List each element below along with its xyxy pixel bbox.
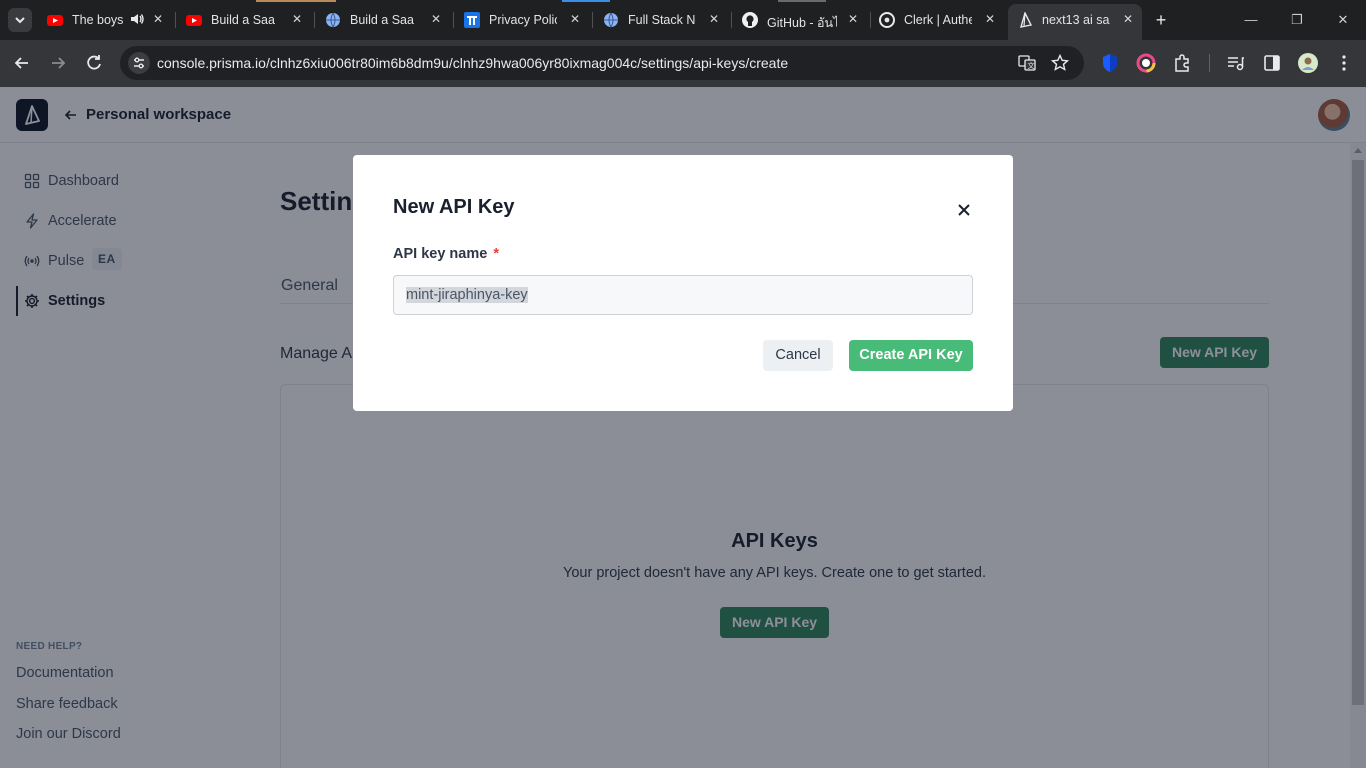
tab-group-indicator (778, 0, 826, 2)
close-tab-icon[interactable]: ✕ (706, 11, 722, 27)
field-label-text: API key name (393, 246, 488, 262)
chevron-down-icon (15, 17, 25, 24)
tab-title: Privacy Policy (489, 13, 557, 27)
close-tab-icon[interactable]: ✕ (428, 11, 444, 27)
tab-separator (592, 12, 593, 28)
api-key-name-input[interactable]: mint-jiraphinya-key (393, 275, 973, 315)
forward-icon[interactable] (48, 53, 68, 73)
close-tab-icon[interactable]: ✕ (567, 11, 583, 27)
tab-title: GitHub - อันไ (767, 16, 837, 30)
browser-tab[interactable]: Full Stack Ne ✕ (594, 6, 728, 34)
toolbar-separator (1209, 54, 1210, 72)
browser-tab-active[interactable]: next13 ai saa ✕ (1008, 4, 1142, 40)
shield-extension-icon[interactable] (1100, 53, 1120, 73)
reload-icon[interactable] (84, 53, 104, 73)
color-extension-icon[interactable] (1136, 53, 1156, 73)
tab-separator (731, 12, 732, 28)
tab-title: Full Stack Ne (628, 13, 696, 27)
browser-tab[interactable]: The boys ✕ (38, 6, 172, 34)
address-bar[interactable]: console.prisma.io/clnhz6xiu006tr80im6b8d… (120, 46, 1084, 80)
tab-group-indicator (562, 0, 610, 2)
browser-tab[interactable]: Build a SaaS ✕ (316, 6, 450, 34)
youtube-icon (186, 15, 202, 26)
tab-separator (453, 12, 454, 28)
bookmark-star-icon[interactable] (1051, 54, 1069, 72)
github-icon (742, 12, 758, 28)
speaker-icon[interactable] (129, 11, 145, 27)
browser-tab[interactable]: Build a SaaS ✕ (177, 6, 311, 34)
tab-separator (314, 12, 315, 28)
browser-tab[interactable]: Clerk | Authe ✕ (870, 6, 1004, 34)
youtube-icon (47, 15, 63, 26)
browser-tab-strip: The boys ✕ Build a SaaS ✕ Build a SaaS ✕… (0, 0, 1366, 40)
tab-title: Build a SaaS (211, 13, 275, 27)
api-key-name-label: API key name * (393, 246, 499, 262)
tab-separator (175, 12, 176, 28)
close-tab-icon[interactable]: ✕ (150, 11, 166, 27)
close-window-icon[interactable]: ✕ (1335, 12, 1351, 28)
translate-icon[interactable]: 文 (1018, 54, 1036, 72)
api-key-name-value: mint-jiraphinya-key (406, 287, 528, 303)
tab-title: next13 ai saa (1042, 13, 1110, 27)
more-menu-icon[interactable] (1334, 53, 1354, 73)
tab-title: The boys (72, 13, 124, 27)
new-tab-button[interactable]: + (1152, 11, 1170, 29)
close-tab-icon[interactable]: ✕ (289, 11, 305, 27)
svg-text:文: 文 (1028, 61, 1035, 70)
browser-tab[interactable]: Privacy Policy ✕ (455, 6, 589, 34)
cancel-button[interactable]: Cancel (763, 340, 833, 371)
tab-group-indicator (256, 0, 336, 2)
restore-icon[interactable]: ❐ (1289, 12, 1305, 28)
required-asterisk: * (493, 246, 499, 262)
close-icon[interactable] (954, 200, 974, 220)
privacy-icon (464, 12, 480, 28)
create-api-key-button[interactable]: Create API Key (849, 340, 973, 371)
url-text: console.prisma.io/clnhz6xiu006tr80im6b8d… (157, 55, 789, 71)
globe-icon (326, 12, 340, 28)
new-api-key-dialog: New API Key API key name * mint-jiraphiny… (353, 155, 1013, 411)
prisma-icon (1020, 12, 1033, 28)
side-panel-icon[interactable] (1262, 53, 1282, 73)
tab-search-button[interactable] (8, 8, 32, 32)
globe-icon (604, 12, 618, 28)
profile-avatar-icon[interactable] (1298, 53, 1318, 73)
site-info-icon[interactable] (128, 52, 150, 74)
back-icon[interactable] (12, 53, 32, 73)
tab-title: Build a SaaS (350, 13, 414, 27)
close-tab-icon[interactable]: ✕ (1120, 11, 1136, 27)
minimize-icon[interactable]: — (1243, 12, 1259, 28)
dialog-title: New API Key (393, 196, 515, 218)
tab-title: Clerk | Authe (904, 13, 972, 27)
extensions-puzzle-icon[interactable] (1172, 53, 1192, 73)
media-control-icon[interactable] (1226, 53, 1246, 73)
browser-tab[interactable]: GitHub - อันไ ✕ (733, 6, 867, 34)
clerk-icon (879, 12, 895, 28)
close-tab-icon[interactable]: ✕ (845, 11, 861, 27)
browser-toolbar: console.prisma.io/clnhz6xiu006tr80im6b8d… (0, 40, 1366, 87)
close-tab-icon[interactable]: ✕ (982, 11, 998, 27)
